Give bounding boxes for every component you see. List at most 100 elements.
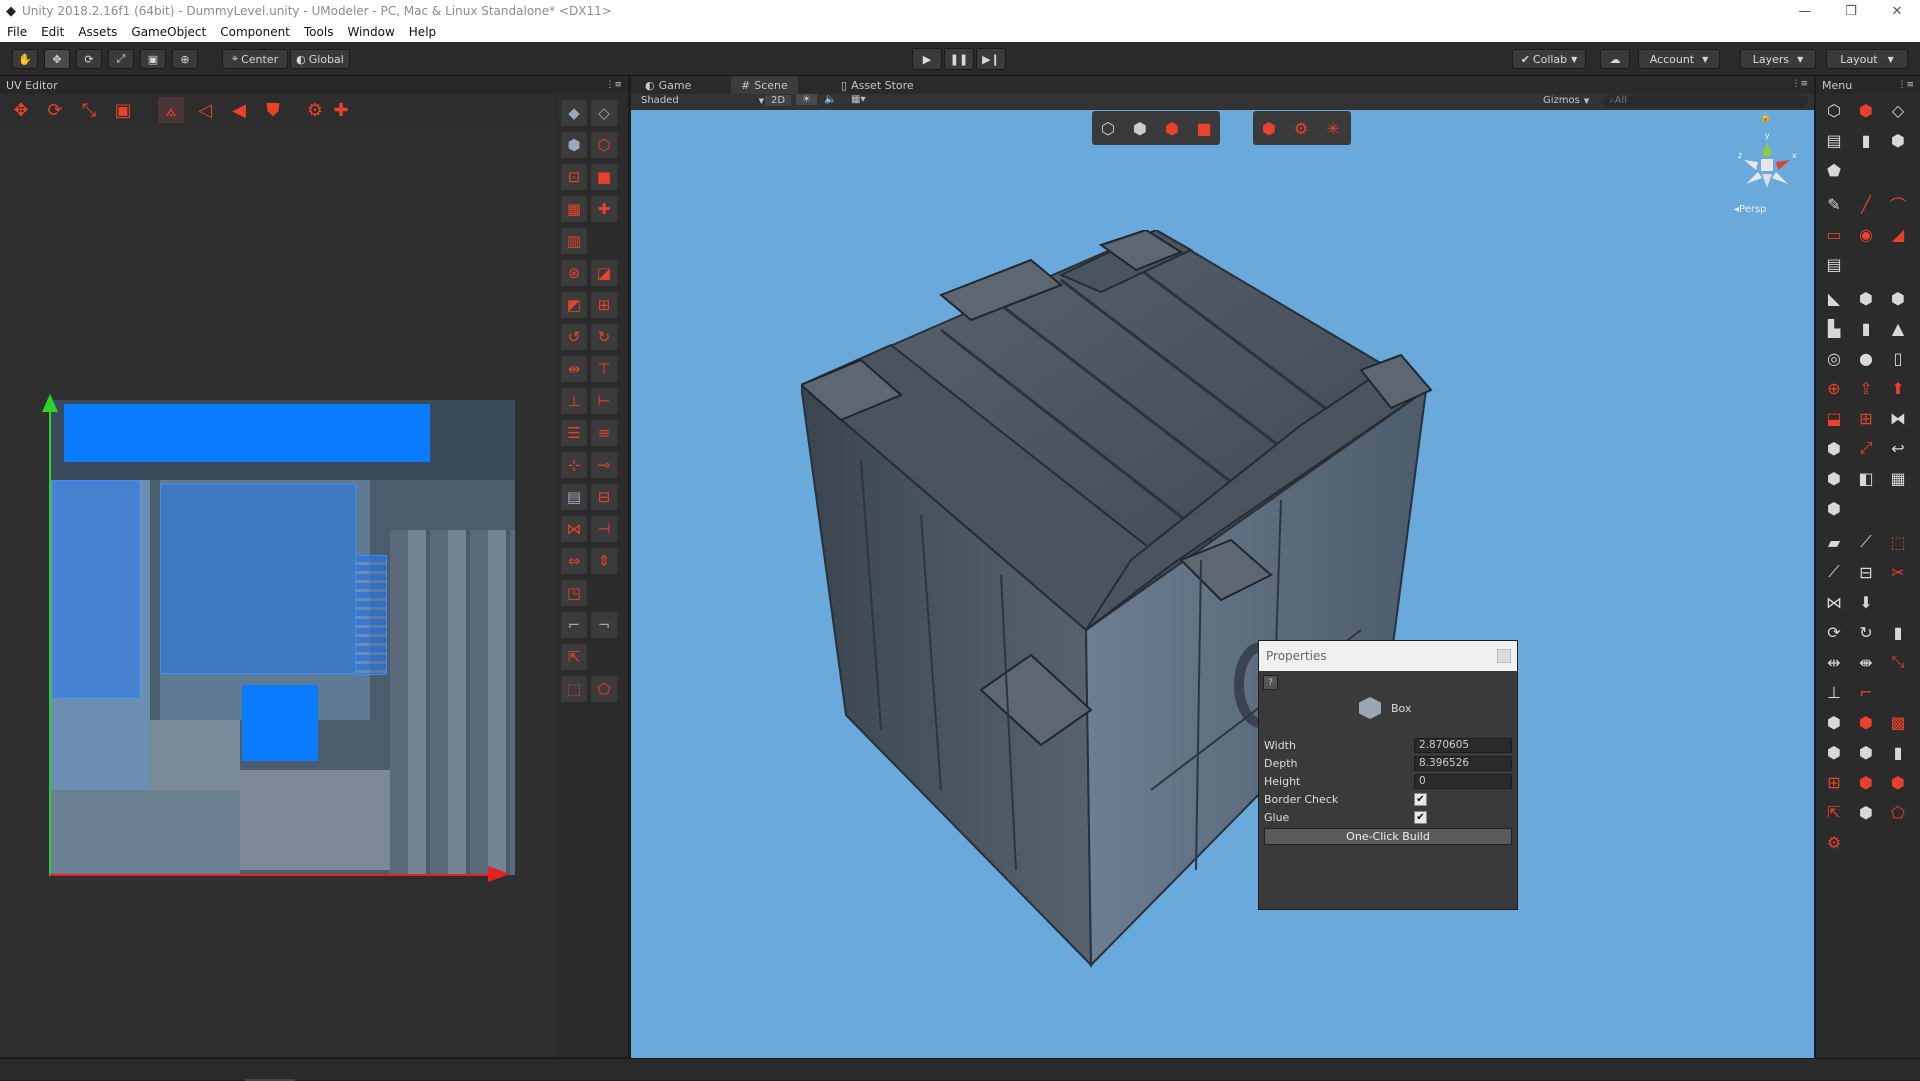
tab-scene[interactable]: # Scene xyxy=(731,76,798,94)
cube-icon[interactable]: ⬢ xyxy=(1886,128,1910,152)
one-click-build-button[interactable]: One-Click Build xyxy=(1264,828,1512,845)
select-icon[interactable]: ⬡ xyxy=(1822,98,1846,122)
uv-rotate-left-icon[interactable]: ↺ xyxy=(561,324,587,350)
uv-rotate-right-icon[interactable]: ↻ xyxy=(591,324,617,350)
height-input[interactable]: 0 xyxy=(1414,773,1512,789)
axis-icon[interactable]: ⊥ xyxy=(1822,680,1846,704)
close-icon[interactable] xyxy=(1497,649,1511,663)
knife-icon[interactable]: ⟋ xyxy=(1854,530,1878,554)
inset-icon[interactable]: ⬓ xyxy=(1822,406,1846,430)
help-button[interactable]: ? xyxy=(1263,675,1278,690)
snap-grid-icon[interactable]: ⊞ xyxy=(1822,770,1846,794)
collab-dropdown[interactable]: ✔ Collab ▼ xyxy=(1512,49,1586,69)
menu-tools[interactable]: Tools xyxy=(297,25,341,39)
flatten-icon[interactable]: ⬢ xyxy=(1822,496,1846,520)
uv-align-h-icon[interactable]: ⇹ xyxy=(561,356,587,382)
eraser-icon[interactable]: ▰ xyxy=(1822,530,1846,554)
orientation-gizmo[interactable]: y z x xyxy=(1732,130,1802,200)
uv-export-icon[interactable]: ⇱ xyxy=(561,644,587,670)
pivot-move-icon[interactable]: ⤡ xyxy=(1886,650,1910,674)
rect-tool-icon[interactable]: ▣ xyxy=(140,49,166,69)
move-tool-icon[interactable]: ✥ xyxy=(44,49,70,69)
prism-icon[interactable]: ⬟ xyxy=(1822,158,1846,182)
uv-pivot-icon[interactable]: ✚ xyxy=(328,97,354,123)
lighting-toggle-icon[interactable]: ☀ xyxy=(796,94,817,105)
uv-split-icon[interactable]: ▥ xyxy=(561,228,587,254)
uv-center-icon[interactable]: ⊹ xyxy=(561,452,587,478)
uv-pentagon-icon[interactable]: ⬠ xyxy=(591,676,617,702)
weld-icon[interactable]: ⋈ xyxy=(1822,590,1846,614)
uv-cross-icon[interactable]: ✚ xyxy=(591,196,617,222)
close-button[interactable]: ✕ xyxy=(1874,0,1920,22)
shading-mode-dropdown[interactable]: Shaded ▼ xyxy=(641,95,764,106)
uv-scale-icon[interactable]: ⤡ xyxy=(76,97,102,123)
scene-search-input[interactable]: ⌕All xyxy=(1603,95,1808,108)
uv-edge-icon[interactable]: ◁ xyxy=(192,97,218,123)
snap-icon[interactable]: ✳ xyxy=(1321,116,1345,140)
pause-button[interactable]: ❚❚ xyxy=(944,48,974,70)
edge-mode-icon[interactable]: ⬢ xyxy=(1128,116,1152,140)
select-face-icon[interactable]: ⬢ xyxy=(1854,98,1878,122)
push-icon[interactable]: ⬢ xyxy=(1886,286,1910,310)
box-select-icon[interactable]: ▤ xyxy=(1822,128,1846,152)
loop-cut-icon[interactable]: ⊟ xyxy=(1854,560,1878,584)
scale-tool-icon[interactable]: ⤢ xyxy=(108,49,134,69)
lock-icon[interactable]: 🔒 xyxy=(1760,113,1771,123)
uv-plane-alt-icon[interactable]: ◇ xyxy=(591,100,617,126)
play-button[interactable]: ▶ xyxy=(912,48,942,70)
uv-box-alt-icon[interactable]: ⬡ xyxy=(591,132,617,158)
uv-square-icon[interactable]: ■ xyxy=(591,164,617,190)
panel-menu-icon[interactable]: ⋮≡ xyxy=(1897,80,1914,90)
uv-grid-icon[interactable]: ▤ xyxy=(561,484,587,510)
boolean-icon[interactable]: ⊕ xyxy=(1822,376,1846,400)
uv-rotate-icon[interactable]: ⟳ xyxy=(42,97,68,123)
uv-distribute-v-icon[interactable]: ⇕ xyxy=(591,548,617,574)
glue-checkbox[interactable]: ✔ xyxy=(1414,810,1427,824)
uv-step-icon[interactable]: ⌐ xyxy=(561,612,587,638)
uv-distribute-icon[interactable]: ⇔ xyxy=(561,548,587,574)
2d-toggle[interactable]: 2D xyxy=(765,95,792,106)
line-icon[interactable]: ╱ xyxy=(1854,192,1878,216)
uv-break-icon[interactable]: ⊣ xyxy=(591,516,617,542)
uv-rect-icon[interactable]: ▣ xyxy=(110,97,136,123)
border-check-checkbox[interactable]: ✔ xyxy=(1414,792,1427,806)
uv-vertex-icon[interactable]: ⟑ xyxy=(158,97,184,123)
layout-dropdown[interactable]: Layout ▼ xyxy=(1826,49,1908,69)
account-dropdown[interactable]: Account ▼ xyxy=(1638,49,1720,69)
bevel-icon[interactable]: ◣ xyxy=(1822,286,1846,310)
sphere-icon[interactable]: ● xyxy=(1854,346,1878,370)
half-cube-icon[interactable]: ◧ xyxy=(1854,466,1878,490)
tab-game[interactable]: ◐ Game xyxy=(635,76,701,94)
spin-icon[interactable]: ↻ xyxy=(1854,620,1878,644)
uv-stack-icon[interactable]: ☰ xyxy=(561,420,587,446)
uv-move-icon[interactable]: ✥ xyxy=(8,97,34,123)
distribute-icon[interactable]: ⇼ xyxy=(1854,650,1878,674)
transform-tool-icon[interactable]: ⊕ xyxy=(172,49,198,69)
menu-help[interactable]: Help xyxy=(402,25,443,39)
uv-align-bottom-icon[interactable]: ⊥ xyxy=(561,388,587,414)
face-mode-icon[interactable]: ⬢ xyxy=(1160,116,1184,140)
uv-island-selected[interactable] xyxy=(64,404,430,462)
panel-menu-icon[interactable]: ⋮≡ xyxy=(1791,79,1808,89)
uv-island-selected[interactable] xyxy=(242,685,318,761)
uv-box-icon[interactable]: ⬢ xyxy=(561,132,587,158)
uv-flip-icon[interactable]: ◩ xyxy=(561,292,587,318)
scene-viewport[interactable]: ⬡ ⬢ ⬢ ■ ⬢ ⚙ ✳ y z x 🔒 ◂Persp Properties … xyxy=(631,110,1814,1058)
box-edit-icon[interactable]: ⬢ xyxy=(1257,116,1281,140)
cylinder-shape-icon[interactable]: ▮ xyxy=(1854,316,1878,340)
menu-window[interactable]: Window xyxy=(340,25,401,39)
effects-toggle-icon[interactable]: ▦▾ xyxy=(851,94,865,105)
select-edge-icon[interactable]: ◇ xyxy=(1886,98,1910,122)
uv-fold-icon[interactable]: ◪ xyxy=(591,260,617,286)
torus-icon[interactable]: ◎ xyxy=(1822,346,1846,370)
pipe-icon[interactable]: ▮ xyxy=(1886,620,1910,644)
uv-frame-icon[interactable]: ⬚ xyxy=(561,676,587,702)
scissors-icon[interactable]: ✂ xyxy=(1886,560,1910,584)
uv-snap-icon[interactable]: ⊟ xyxy=(591,484,617,510)
uv-plane-icon[interactable]: ◆ xyxy=(561,100,587,126)
circle-draw-icon[interactable]: ◉ xyxy=(1854,222,1878,246)
audio-toggle-icon[interactable]: 🔈 xyxy=(824,94,836,105)
depth-input[interactable]: 8.396526 xyxy=(1414,755,1512,771)
width-input[interactable]: 2.870605 xyxy=(1414,737,1512,753)
menu-assets[interactable]: Assets xyxy=(71,25,124,39)
